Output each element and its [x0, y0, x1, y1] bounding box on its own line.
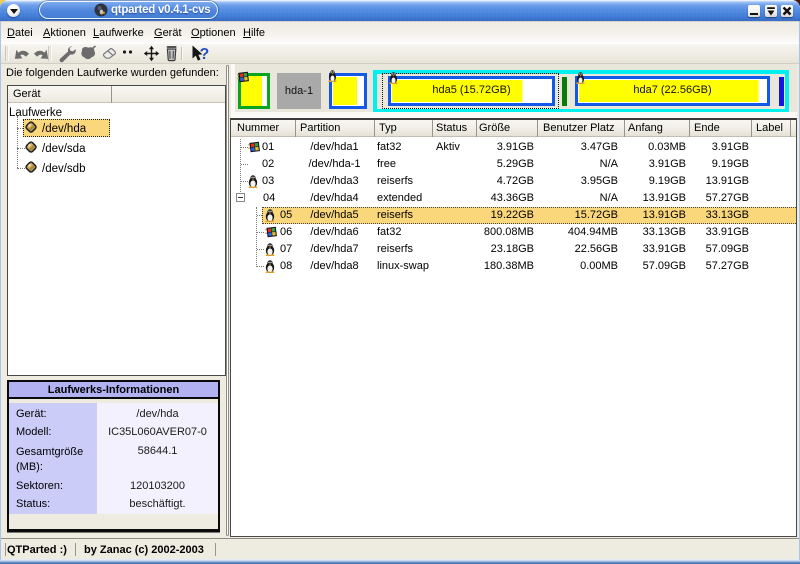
svg-text:?: ? — [200, 46, 210, 63]
